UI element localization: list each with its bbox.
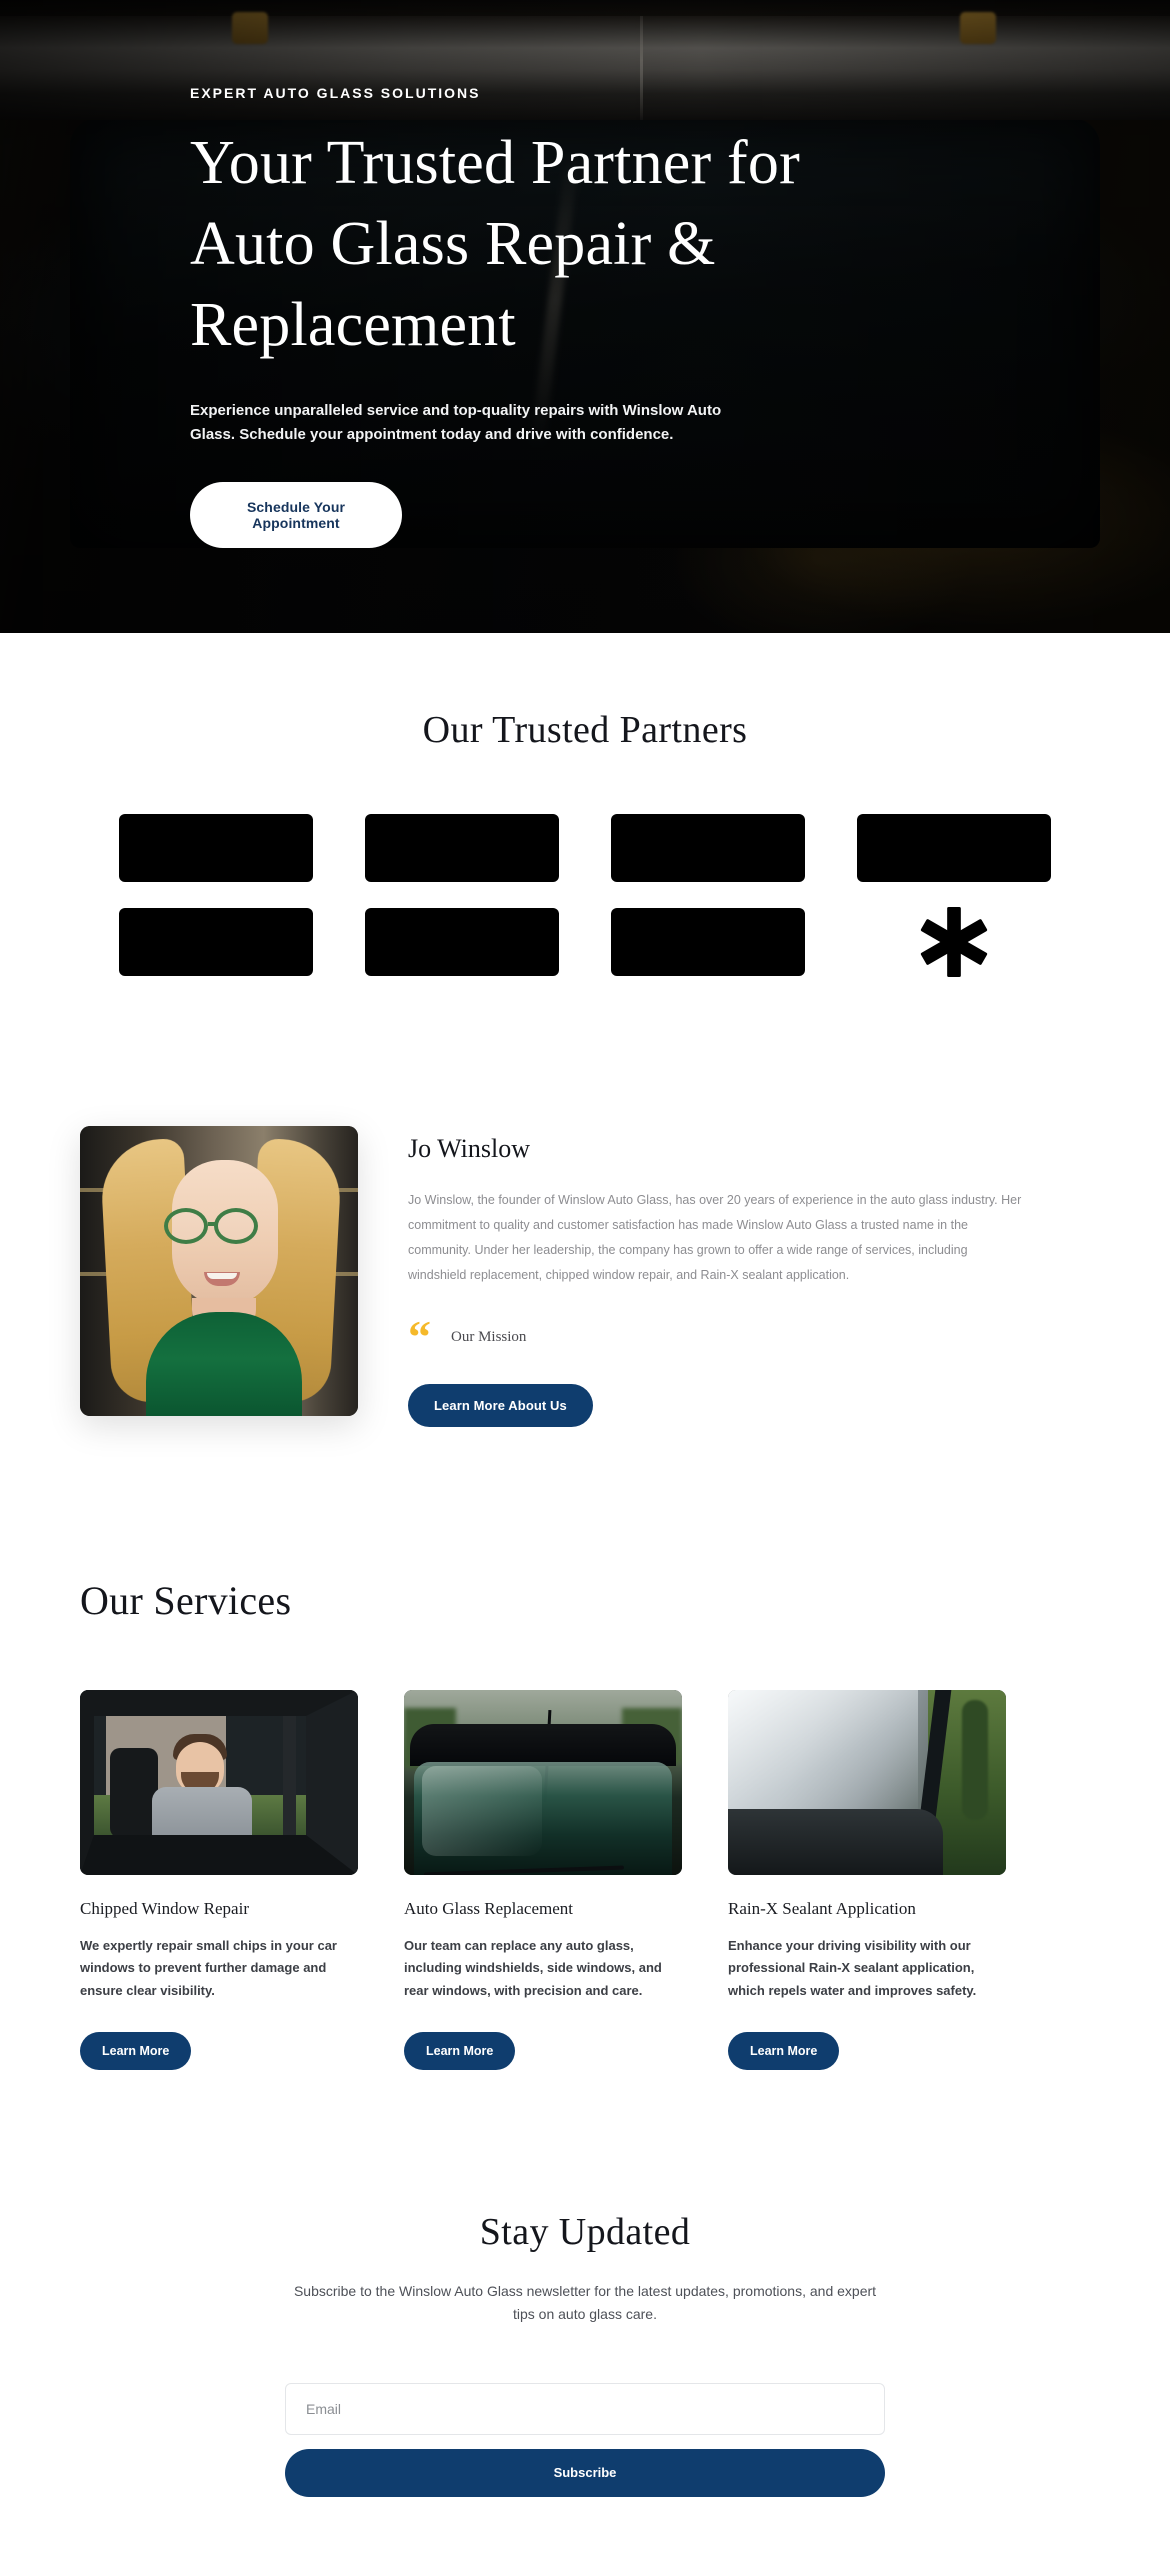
newsletter-title: Stay Updated <box>479 2211 691 2254</box>
image-tree <box>962 1700 988 1821</box>
portrait-illustration <box>80 1126 358 1416</box>
partner-logo-block-icon <box>365 908 559 976</box>
service-card-cta-wrap: Learn More <box>728 2032 1006 2071</box>
service-image-auto-glass-replacement <box>404 1690 682 1876</box>
partner-logo-item[interactable] <box>119 814 313 882</box>
partner-logo-item[interactable] <box>857 907 1051 977</box>
image-car-window-frame <box>80 1690 358 1876</box>
hero-eyebrow: EXPERT AUTO GLASS SOLUTIONS <box>190 85 481 102</box>
founder-section: Jo Winslow Jo Winslow, the founder of Wi… <box>80 1126 1090 1428</box>
email-input[interactable] <box>285 2382 885 2435</box>
partner-logo-block-icon <box>119 814 313 882</box>
service-card: Chipped Window Repair We expertly repair… <box>80 1690 358 2071</box>
service-card-title: Rain-X Sealant Application <box>728 1899 916 1919</box>
quote-icon: “ <box>408 1311 431 1362</box>
founder-portrait-image <box>80 1126 358 1416</box>
partners-section: Our Trusted Partners <box>0 633 1170 1016</box>
service-image-chipped-window-repair <box>80 1690 358 1876</box>
partner-logo-item[interactable] <box>857 814 1051 882</box>
partner-logo-item[interactable] <box>611 908 805 976</box>
newsletter-subtitle: Subscribe to the Winslow Auto Glass news… <box>293 2283 877 2323</box>
learn-more-about-us-button[interactable]: Learn More About Us <box>408 1384 593 1428</box>
image-dashboard <box>728 1809 943 1876</box>
service-card: Auto Glass Replacement Our team can repl… <box>404 1690 682 2071</box>
service-card-title: Auto Glass Replacement <box>404 1899 574 1919</box>
partner-logo-block-icon <box>611 814 805 882</box>
subscribe-button[interactable]: Subscribe <box>285 2448 885 2497</box>
portrait-glasses-right-lens <box>214 1208 258 1244</box>
asterisk-icon <box>857 907 1051 977</box>
partner-logo-block-icon <box>857 814 1051 882</box>
partner-logo-item[interactable] <box>119 908 313 976</box>
partner-logo-item[interactable] <box>365 908 559 976</box>
newsletter-section: Stay Updated Subscribe to the Winslow Au… <box>0 2210 1170 2570</box>
schedule-appointment-button[interactable]: Schedule Your Appointment <box>190 481 402 548</box>
partners-title: Our Trusted Partners <box>422 709 748 751</box>
service-card-cta-wrap: Learn More <box>404 2032 682 2071</box>
service-card-title: Chipped Window Repair <box>80 1899 249 1919</box>
service-card-text: Enhance your driving visibility with our… <box>728 1938 977 1998</box>
services-title: Our Services <box>80 1578 292 1624</box>
partner-logo-block-icon <box>119 908 313 976</box>
portrait-glasses-bridge <box>208 1222 218 1226</box>
services-section: Our Services Chipped Window Repair We ex… <box>80 1577 1090 2071</box>
founder-name: Jo Winslow <box>408 1134 530 1163</box>
founder-content: Jo Winslow Jo Winslow, the founder of Wi… <box>408 1126 1090 1428</box>
service-card-text: Our team can replace any auto glass, inc… <box>404 1938 662 1998</box>
image-glass-sheen <box>422 1766 542 1857</box>
partner-logo-block-icon <box>611 908 805 976</box>
learn-more-button[interactable]: Learn More <box>80 2032 192 2071</box>
service-card-grid: Chipped Window Repair We expertly repair… <box>80 1690 1090 2071</box>
landing-page: EXPERT AUTO GLASS SOLUTIONS Your Trusted… <box>0 0 1170 2571</box>
hero-section: EXPERT AUTO GLASS SOLUTIONS Your Trusted… <box>0 0 1170 633</box>
service-image-rain-x-sealant-application <box>728 1690 1006 1876</box>
partner-logo-grid <box>119 814 1051 977</box>
service-card: Rain-X Sealant Application Enhance your … <box>728 1690 1006 2071</box>
learn-more-button[interactable]: Learn More <box>728 2032 840 2071</box>
mission-label: Our Mission <box>451 1328 527 1345</box>
hero-subtitle: Experience unparalleled service and top-… <box>190 402 722 444</box>
mission-row: “ Our Mission <box>408 1311 1090 1362</box>
founder-bio: Jo Winslow, the founder of Winslow Auto … <box>408 1193 1022 1282</box>
service-card-cta-wrap: Learn More <box>80 2032 358 2071</box>
portrait-glasses-left-lens <box>164 1208 208 1244</box>
hero-title: Your Trusted Partner for Auto Glass Repa… <box>190 129 800 359</box>
partner-logo-block-icon <box>365 814 559 882</box>
partner-logo-item[interactable] <box>611 814 805 882</box>
newsletter-form: Subscribe <box>285 2382 885 2497</box>
learn-more-button[interactable]: Learn More <box>404 2032 516 2071</box>
hero-content: EXPERT AUTO GLASS SOLUTIONS Your Trusted… <box>0 0 1170 633</box>
service-card-text: We expertly repair small chips in your c… <box>80 1938 337 1998</box>
partner-logo-item[interactable] <box>365 814 559 882</box>
founder-cta-wrap: Learn More About Us <box>408 1384 1090 1428</box>
portrait-teeth <box>207 1273 237 1279</box>
image-car-roof <box>410 1724 676 1767</box>
